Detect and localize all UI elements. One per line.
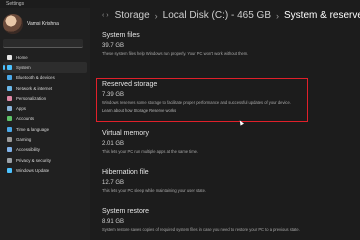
sidebar-item-system[interactable]: System bbox=[3, 62, 87, 73]
section-title: Virtual memory bbox=[102, 130, 149, 137]
breadcrumb-storage[interactable]: Storage bbox=[115, 10, 150, 21]
sidebar-item-label: Home bbox=[16, 54, 28, 60]
sidebar-item-windows-update[interactable]: Windows Update bbox=[3, 165, 87, 175]
sidebar-item-home[interactable]: Home bbox=[3, 52, 87, 62]
sidebar-item-label: Bluetooth & devices bbox=[16, 75, 55, 81]
sidebar-item-label: Personalization bbox=[16, 95, 47, 101]
sidebar-item-label: Privacy & security bbox=[16, 157, 51, 163]
system-files-section: System files 39.7 GB These system files … bbox=[102, 32, 312, 57]
system-restore-section: System restore 8.91 GB System restore sa… bbox=[102, 208, 312, 233]
bluetooth-icon bbox=[7, 75, 12, 81]
sidebar: Vamsi Krishna Home System Bluetooth & de… bbox=[0, 8, 90, 240]
section-description: System restore saves copies of required … bbox=[102, 227, 300, 232]
sidebar-item-gaming[interactable]: Gaming bbox=[3, 134, 87, 144]
privacy-icon bbox=[7, 157, 12, 163]
sidebar-item-label: Accounts bbox=[16, 116, 35, 122]
section-value: 12.7 GB bbox=[102, 180, 125, 186]
nav-arrows-icon[interactable]: ‹ › bbox=[102, 12, 109, 19]
sidebar-item-accessibility[interactable]: Accessibility bbox=[3, 145, 87, 155]
home-icon bbox=[7, 54, 12, 60]
highlight-box bbox=[96, 78, 308, 122]
search-input[interactable] bbox=[3, 39, 83, 48]
sidebar-item-privacy[interactable]: Privacy & security bbox=[3, 155, 87, 165]
profile[interactable]: Vamsi Krishna bbox=[3, 14, 59, 34]
section-description: This lets your PC run multiple apps at t… bbox=[102, 149, 199, 154]
profile-name: Vamsi Krishna bbox=[27, 20, 59, 27]
virtual-memory-section: Virtual memory 2.01 GB This lets your PC… bbox=[102, 130, 312, 155]
accessibility-icon bbox=[7, 147, 12, 153]
personalization-icon bbox=[7, 95, 12, 101]
sidebar-item-label: Time & language bbox=[16, 126, 50, 132]
sidebar-item-bluetooth[interactable]: Bluetooth & devices bbox=[3, 73, 87, 83]
apps-icon bbox=[7, 106, 12, 112]
sidebar-item-label: System bbox=[16, 64, 31, 70]
sidebar-item-apps[interactable]: Apps bbox=[3, 103, 87, 113]
time-icon bbox=[7, 126, 12, 132]
breadcrumb: ‹ › Storage › Local Disk (C:) - 465 GB ›… bbox=[102, 10, 360, 21]
sidebar-item-label: Apps bbox=[16, 106, 27, 112]
sidebar-item-network[interactable]: Network & internet bbox=[3, 83, 87, 93]
section-value: 8.91 GB bbox=[102, 219, 125, 225]
section-title: System files bbox=[102, 32, 140, 39]
sidebar-item-personalization[interactable]: Personalization bbox=[3, 93, 87, 103]
chevron-right-icon: › bbox=[276, 10, 280, 21]
section-value: 39.7 GB bbox=[102, 43, 125, 49]
windows-update-icon bbox=[7, 167, 12, 173]
avatar bbox=[3, 14, 23, 34]
gaming-icon bbox=[7, 137, 12, 143]
chevron-right-icon: › bbox=[154, 10, 158, 21]
section-description: These system files help Windows run prop… bbox=[102, 51, 249, 56]
sidebar-item-accounts[interactable]: Accounts bbox=[3, 114, 87, 124]
sidebar-item-label: Accessibility bbox=[16, 147, 40, 153]
section-description: This lets your PC sleep while maintainin… bbox=[102, 188, 206, 193]
breadcrumb-local-disk[interactable]: Local Disk (C:) - 465 GB bbox=[163, 10, 271, 21]
system-icon bbox=[7, 64, 12, 70]
sidebar-item-label: Windows Update bbox=[16, 167, 50, 173]
hibernation-file-section: Hibernation file 12.7 GB This lets your … bbox=[102, 169, 312, 194]
section-value: 2.01 GB bbox=[102, 141, 125, 147]
network-icon bbox=[7, 85, 12, 91]
sidebar-item-time-language[interactable]: Time & language bbox=[3, 124, 87, 134]
settings-window: Settings Vamsi Krishna Home System Bluet… bbox=[0, 0, 360, 240]
sidebar-item-label: Network & internet bbox=[16, 85, 53, 91]
sidebar-nav: Home System Bluetooth & devices Network … bbox=[3, 52, 87, 176]
sidebar-item-label: Gaming bbox=[16, 137, 32, 143]
accounts-icon bbox=[7, 116, 12, 122]
app-title: Settings bbox=[6, 1, 25, 7]
page-title: System & reserved bbox=[284, 10, 360, 21]
section-title: System restore bbox=[102, 208, 150, 215]
section-title: Hibernation file bbox=[102, 169, 149, 176]
